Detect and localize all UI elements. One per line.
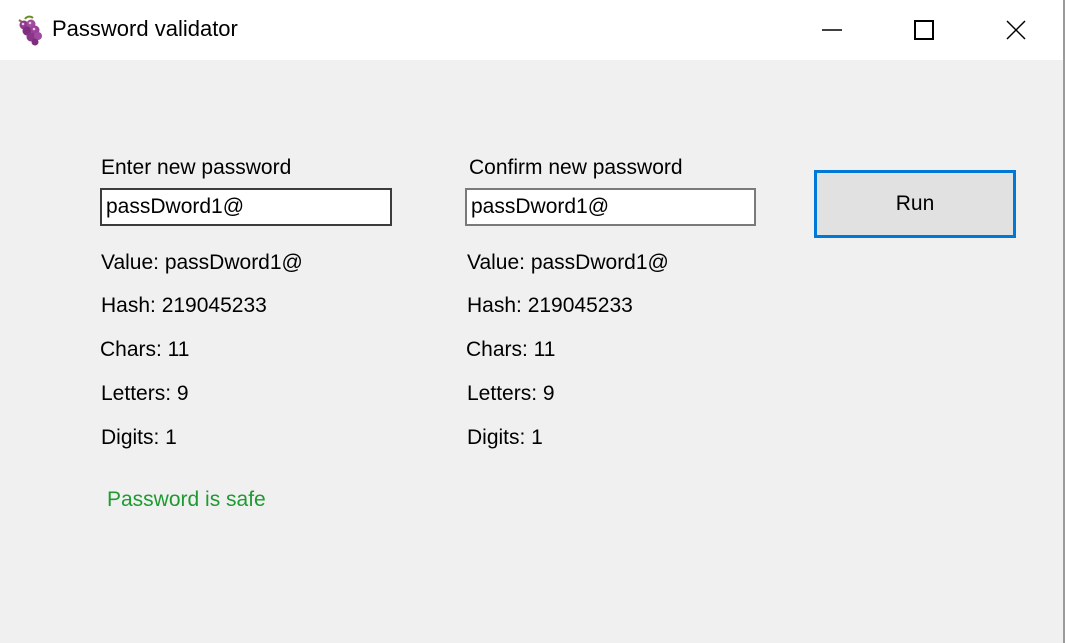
window-title: Password validator	[52, 16, 238, 41]
confirm-password-label: Confirm new password	[469, 156, 683, 179]
left-letters-text: Letters: 9	[101, 382, 189, 405]
close-button[interactable]	[970, 0, 1062, 60]
right-letters-text: Letters: 9	[467, 382, 555, 405]
client-area: Enter new password Value: passDword1@ Ha…	[0, 60, 1063, 643]
maximize-button[interactable]	[878, 0, 970, 60]
confirm-password-input[interactable]	[465, 188, 756, 226]
grapes-icon	[14, 14, 46, 46]
right-digits-text: Digits: 1	[467, 426, 543, 449]
close-icon	[1006, 20, 1026, 40]
left-hash-text: Hash: 219045233	[101, 294, 267, 317]
status-message: Password is safe	[107, 488, 266, 511]
minimize-button[interactable]	[786, 0, 878, 60]
enter-password-input[interactable]	[100, 188, 392, 226]
right-chars-text: Chars: 11	[466, 338, 556, 361]
enter-password-label: Enter new password	[101, 156, 292, 179]
left-digits-text: Digits: 1	[101, 426, 177, 449]
run-button[interactable]: Run	[814, 170, 1016, 238]
right-value-text: Value: passDword1@	[467, 251, 669, 274]
minimize-icon	[822, 29, 842, 31]
right-hash-text: Hash: 219045233	[467, 294, 633, 317]
left-value-text: Value: passDword1@	[101, 251, 303, 274]
left-chars-text: Chars: 11	[100, 338, 190, 361]
app-window: Password validator Enter new password Va…	[0, 0, 1065, 643]
maximize-icon	[914, 20, 934, 40]
title-bar[interactable]: Password validator	[0, 0, 1063, 60]
